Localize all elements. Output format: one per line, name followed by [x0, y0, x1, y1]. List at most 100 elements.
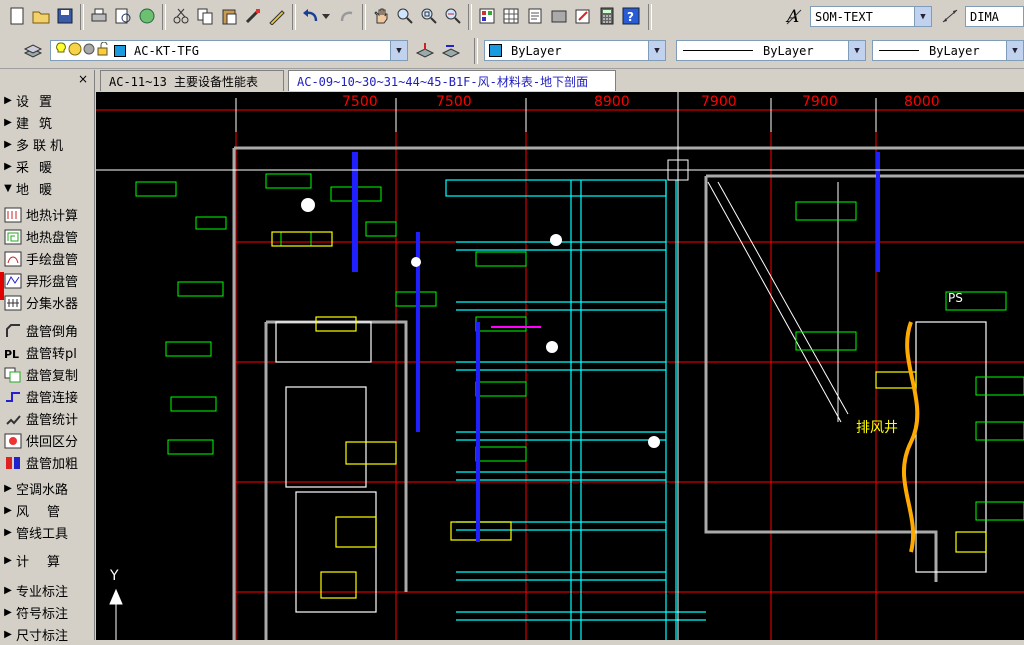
- cut-icon[interactable]: [170, 5, 192, 27]
- close-icon[interactable]: ×: [78, 72, 88, 86]
- chevron-right-icon: ▶: [4, 117, 12, 128]
- drawing-canvas[interactable]: 7500 7500 8900 7900 7900 8000 排风井 PS Y: [96, 92, 1024, 640]
- plot-preview-icon[interactable]: [112, 5, 134, 27]
- category-settings[interactable]: ▶ 设置: [0, 90, 94, 111]
- category-vrf[interactable]: ▶ 多联机: [0, 134, 94, 155]
- tab-b1f-duct-section[interactable]: AC-09~10~30~31~44~45-B1F-风-材料表-地下剖面: [288, 70, 616, 91]
- chevron-down-icon[interactable]: ▼: [1006, 41, 1023, 60]
- category-pro-annotation[interactable]: ▶ 专业标注: [0, 580, 94, 601]
- chevron-right-icon: ▶: [4, 527, 12, 538]
- tool-manifold[interactable]: 分集水器: [0, 292, 94, 313]
- category-label: 尺寸标注: [16, 629, 69, 644]
- match-properties-icon[interactable]: [242, 5, 264, 27]
- tool-coil-stats[interactable]: 盘管统计: [0, 408, 94, 429]
- layer-previous-icon[interactable]: [440, 39, 462, 61]
- new-file-icon[interactable]: [6, 5, 28, 27]
- save-icon[interactable]: [54, 5, 76, 27]
- tab-equipment-table[interactable]: AC-11~13 主要设备性能表: [100, 70, 284, 91]
- make-current-layer-icon[interactable]: [414, 39, 436, 61]
- tool-coil-copy[interactable]: 盘管复制: [0, 364, 94, 385]
- category-duct[interactable]: ▶ 风管: [0, 500, 94, 521]
- category-label: 设置: [16, 95, 63, 110]
- category-dimension[interactable]: ▶ 尺寸标注: [0, 624, 94, 645]
- tool-coil-thicken[interactable]: 盘管加粗: [0, 452, 94, 473]
- pan-icon[interactable]: [370, 5, 392, 27]
- block-editor-icon[interactable]: [266, 5, 288, 27]
- text-style-select[interactable]: SOM-TEXT ▼: [810, 6, 932, 27]
- drawing-tabs: AC-11~13 主要设备性能表 AC-09~10~30~31~44~45-B1…: [96, 70, 1024, 92]
- open-file-icon[interactable]: [30, 5, 52, 27]
- layer-select[interactable]: AC-KT-TFG ▼: [50, 40, 408, 61]
- category-label: 风管: [16, 505, 79, 520]
- cad-drawing[interactable]: 7500 7500 8900 7900 7900 8000 排风井 PS Y: [96, 92, 1024, 640]
- paste-icon[interactable]: [218, 5, 240, 27]
- tool-label: 供回区分: [26, 435, 79, 450]
- tool-coil-to-pl[interactable]: PL 盘管转pl: [0, 342, 94, 363]
- ucs-icon: [109, 588, 123, 640]
- tool-coil-connect[interactable]: 盘管连接: [0, 386, 94, 407]
- category-label: 采暖: [16, 161, 63, 176]
- tab-label: AC-11~13 主要设备性能表: [109, 74, 259, 89]
- layer-on-icon: [54, 42, 68, 59]
- linetype-preview: [683, 50, 753, 51]
- panel-scroll-marker: [0, 272, 4, 300]
- calculator-icon[interactable]: [596, 5, 618, 27]
- color-select[interactable]: ByLayer ▼: [484, 40, 666, 61]
- sheet-set-icon[interactable]: [548, 5, 570, 27]
- design-center-icon[interactable]: [500, 5, 522, 27]
- linetype-value: ByLayer: [763, 43, 814, 58]
- print-icon[interactable]: [88, 5, 110, 27]
- layer-manager-icon[interactable]: [22, 39, 44, 61]
- category-pipe-tools[interactable]: ▶ 管线工具: [0, 522, 94, 543]
- undo-dropdown-icon[interactable]: [320, 5, 332, 27]
- category-calculation[interactable]: ▶ 计算: [0, 550, 94, 571]
- properties-icon[interactable]: [476, 5, 498, 27]
- chevron-right-icon: ▶: [4, 585, 12, 596]
- markup-icon[interactable]: [572, 5, 594, 27]
- category-label: 符号标注: [16, 607, 69, 622]
- linetype-select[interactable]: ByLayer ▼: [676, 40, 866, 61]
- tool-supply-return[interactable]: 供回区分: [0, 430, 94, 451]
- undo-icon[interactable]: [300, 5, 322, 27]
- standard-toolbar: ? A SOM-TEXT ▼ DIMA: [0, 0, 1024, 35]
- zoom-realtime-icon[interactable]: [394, 5, 416, 27]
- coil-stats-icon: [6, 414, 21, 425]
- category-ac-water[interactable]: ▶ 空调水路: [0, 478, 94, 499]
- tool-floor-heat-calc[interactable]: 地热计算: [0, 204, 94, 225]
- zoom-previous-icon[interactable]: [442, 5, 464, 27]
- chevron-down-icon[interactable]: ▼: [390, 41, 407, 60]
- layer-unlock-icon: [82, 42, 96, 59]
- chevron-down-icon[interactable]: ▼: [848, 41, 865, 60]
- category-heating[interactable]: ▶ 采暖: [0, 156, 94, 177]
- drawing-labels: 排风井 PS Y: [109, 291, 963, 584]
- dim-style-select[interactable]: DIMA: [965, 6, 1024, 27]
- chevron-down-icon[interactable]: ▼: [914, 7, 931, 26]
- equipment-yellow: [271, 231, 987, 599]
- chevron-right-icon: ▶: [4, 161, 12, 172]
- category-floor-heating[interactable]: ▼ 地暖: [0, 178, 94, 199]
- category-label: 专业标注: [16, 585, 69, 600]
- tool-coil-chamfer[interactable]: 盘管倒角: [0, 320, 94, 341]
- ps-label: PS: [948, 291, 963, 305]
- ramp-lines: [707, 181, 849, 423]
- publish-icon[interactable]: [136, 5, 158, 27]
- tool-floor-coil[interactable]: 地热盘管: [0, 226, 94, 247]
- help-icon[interactable]: ?: [620, 5, 642, 27]
- supply-return-icon: [4, 433, 22, 448]
- zoom-window-icon[interactable]: [418, 5, 440, 27]
- dim-text: 7500: [436, 94, 472, 110]
- text-style-icon[interactable]: A: [784, 5, 806, 27]
- category-symbol-annotation[interactable]: ▶ 符号标注: [0, 602, 94, 623]
- dim-style-icon[interactable]: [940, 5, 962, 27]
- coil-chamfer-icon: [6, 323, 20, 337]
- lineweight-select[interactable]: ByLayer ▼: [872, 40, 1024, 61]
- tool-label: 地热盘管: [26, 231, 79, 246]
- tool-palettes-icon[interactable]: [524, 5, 546, 27]
- tool-hand-draw-coil[interactable]: 手绘盘管: [0, 248, 94, 269]
- category-architecture[interactable]: ▶ 建筑: [0, 112, 94, 133]
- tool-label: 盘管转pl: [26, 347, 77, 362]
- tool-irregular-coil[interactable]: 异形盘管: [0, 270, 94, 291]
- chevron-down-icon[interactable]: ▼: [648, 41, 665, 60]
- redo-icon[interactable]: [336, 5, 358, 27]
- copy-icon[interactable]: [194, 5, 216, 27]
